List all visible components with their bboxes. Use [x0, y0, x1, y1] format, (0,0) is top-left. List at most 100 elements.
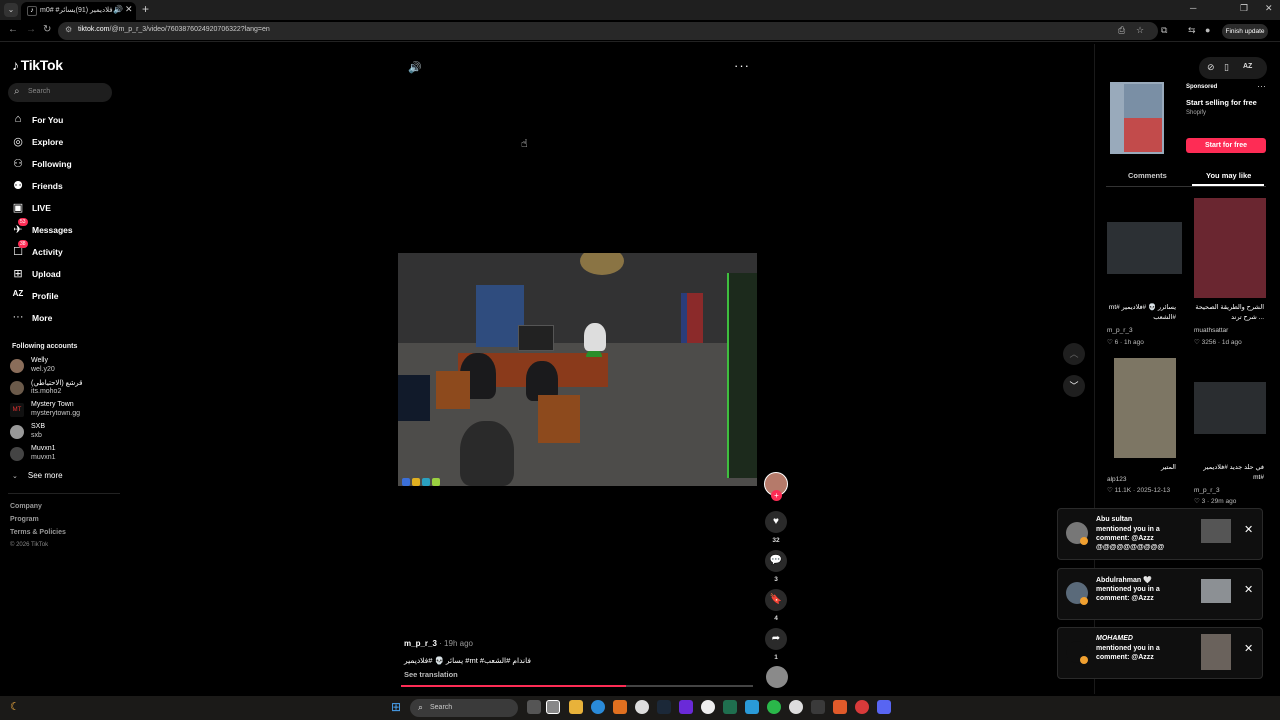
nav-more[interactable]: ··· More — [12, 311, 122, 327]
mention-notification[interactable]: Abdulrahman 🤍 mentioned you in a comment… — [1057, 568, 1263, 620]
tab-close-icon[interactable]: ✕ — [125, 4, 133, 15]
nav-explore[interactable]: ◎ Explore — [12, 135, 122, 151]
app-icon[interactable] — [745, 700, 759, 714]
comment-icon[interactable]: 💬 — [765, 550, 787, 572]
account-item[interactable]: Welly wel.y20 — [10, 357, 120, 377]
ad-cta-button[interactable]: Start for free — [1186, 138, 1266, 153]
window-close-icon[interactable]: ✕ — [1265, 3, 1273, 14]
taskbar-search[interactable]: ⌕ Search — [410, 699, 518, 717]
finish-update-button[interactable]: Finish update — [1222, 24, 1268, 39]
weather-moon-icon[interactable]: ☾ — [10, 700, 20, 713]
recommended-video-thumbnail[interactable] — [1194, 198, 1266, 298]
video-progress-bar[interactable] — [401, 685, 753, 687]
app-icon[interactable] — [635, 700, 649, 714]
close-icon[interactable]: ✕ — [1244, 583, 1253, 596]
profile-avatar-icon[interactable]: ● — [1205, 25, 1210, 35]
next-video-chevron-down-icon[interactable]: ﹀ — [1063, 375, 1085, 397]
more-icon: ··· — [12, 311, 24, 323]
nav-activity[interactable]: ☐ 38 Activity — [12, 240, 122, 261]
avatar — [10, 359, 24, 373]
bookmark-star-icon[interactable]: ☆ — [1136, 25, 1144, 36]
recommended-user[interactable]: m_p_r_3 — [1194, 487, 1220, 494]
recommended-user[interactable]: muathsattar — [1194, 327, 1228, 334]
footer-terms-link[interactable]: Terms & Policies — [10, 529, 66, 536]
close-icon[interactable]: ✕ — [1244, 523, 1253, 536]
logo-text: TikTok — [20, 57, 63, 73]
extensions-icon[interactable]: ⧉ — [1161, 25, 1167, 36]
share-icon[interactable]: ➦ — [765, 628, 787, 650]
footer-company-link[interactable]: Company — [10, 503, 42, 510]
app-icon[interactable] — [723, 700, 737, 714]
recommended-video-thumbnail[interactable] — [1114, 358, 1176, 458]
recommended-video-thumbnail[interactable] — [1194, 382, 1266, 434]
app-icon[interactable] — [767, 700, 781, 714]
coin-icon[interactable]: ⊘ — [1207, 62, 1215, 73]
browser-tab[interactable]: ♪ m0# #فلاديمير (91)يسائر 🔊 ✕ — [21, 2, 136, 20]
account-item[interactable]: Muvxn1 muvxn1 — [10, 445, 120, 465]
nav-messages[interactable]: ✈ 53 Messages — [12, 218, 122, 239]
mention-notification[interactable]: Abu sultan mentioned you in a comment: @… — [1057, 508, 1263, 560]
browser-app-icon[interactable] — [546, 700, 560, 714]
nav-profile[interactable]: AZ Profile — [12, 289, 122, 305]
nav-live[interactable]: ▣ LIVE — [12, 201, 122, 217]
nav-for-you[interactable]: ⌂ For You — [12, 113, 122, 129]
new-tab-icon[interactable]: + — [142, 2, 149, 16]
see-more-link[interactable]: ⌄ See more — [12, 471, 63, 480]
nav-friends[interactable]: ⚉ Friends — [12, 179, 122, 195]
app-icon[interactable] — [701, 700, 715, 714]
device-icon[interactable]: ▯ — [1224, 62, 1229, 73]
cast-icon[interactable]: ⇆ — [1188, 25, 1196, 36]
site-info-icon[interactable]: ⚙ — [65, 25, 72, 34]
like-heart-icon[interactable]: ♥ — [765, 511, 787, 533]
see-translation-link[interactable]: See translation — [404, 670, 458, 679]
tab-you-may-like[interactable]: You may like — [1206, 171, 1251, 180]
close-icon[interactable]: ✕ — [1244, 642, 1253, 655]
url-field[interactable]: ⚙ tiktok.com/@m_p_r_3/video/760387602492… — [58, 22, 1158, 40]
footer-program-link[interactable]: Program — [10, 516, 39, 523]
back-icon[interactable]: ← — [8, 24, 18, 35]
steam-icon[interactable] — [657, 700, 671, 714]
recommended-user[interactable]: m_p_r_3 — [1107, 327, 1133, 334]
search-input[interactable]: ⌕ Search — [8, 83, 112, 102]
app-icon[interactable] — [811, 700, 825, 714]
app-icon[interactable] — [679, 700, 693, 714]
app-icon[interactable] — [855, 700, 869, 714]
bookmark-icon[interactable]: 🔖 — [765, 589, 787, 611]
windows-start-icon[interactable]: ⊞ — [391, 700, 401, 714]
recommended-video-thumbnail[interactable] — [1107, 222, 1182, 274]
file-explorer-icon[interactable] — [569, 700, 583, 714]
reload-icon[interactable]: ↻ — [43, 24, 51, 35]
account-item[interactable]: قرشع (الاحتياطي) its.moho2 — [10, 379, 120, 399]
follow-plus-icon[interactable]: + — [771, 490, 782, 501]
tab-list-icon[interactable]: ⌄ — [4, 3, 18, 17]
tab-audio-icon[interactable]: 🔊 — [113, 5, 123, 14]
app-icon[interactable] — [789, 700, 803, 714]
nav-following[interactable]: ⚇ Following — [12, 157, 122, 173]
edge-icon[interactable] — [591, 700, 605, 714]
video-author[interactable]: m_p_r_3 · 19h ago — [404, 639, 473, 648]
nav-upload[interactable]: ⊞ Upload — [12, 267, 122, 283]
maximize-icon[interactable]: ❐ — [1240, 3, 1248, 14]
ad-more-icon[interactable]: ··· — [1257, 81, 1266, 91]
minimize-icon[interactable]: ─ — [1190, 3, 1196, 13]
mention-notification[interactable]: MOHAMED mentioned you in a comment: @Azz… — [1057, 627, 1263, 679]
video-player[interactable] — [398, 253, 757, 486]
account-item[interactable]: MT Mystery Town mysterytown.gg — [10, 401, 120, 421]
previous-video-chevron-up-icon[interactable]: ︿ — [1063, 343, 1085, 365]
recommended-user[interactable]: alp123 — [1107, 476, 1127, 483]
brave-icon[interactable] — [833, 700, 847, 714]
account-item[interactable]: SXB sxb — [10, 423, 120, 443]
sound-avatar[interactable] — [766, 666, 788, 688]
ad-thumbnail[interactable] — [1110, 82, 1164, 154]
more-options-icon[interactable]: ··· — [734, 58, 750, 73]
volume-icon[interactable]: 🔊 — [408, 61, 422, 74]
tab-comments[interactable]: Comments — [1128, 171, 1167, 180]
tiktok-logo[interactable]: ♪ TikTok — [12, 57, 63, 73]
install-app-icon[interactable]: ⎙ — [1118, 25, 1125, 36]
discord-icon[interactable] — [877, 700, 891, 714]
app-icon[interactable] — [613, 700, 627, 714]
compass-icon: ◎ — [13, 136, 23, 148]
forward-icon[interactable]: → — [26, 24, 36, 35]
task-view-icon[interactable] — [527, 700, 541, 714]
user-avatar-icon[interactable]: AZ — [1243, 63, 1252, 70]
